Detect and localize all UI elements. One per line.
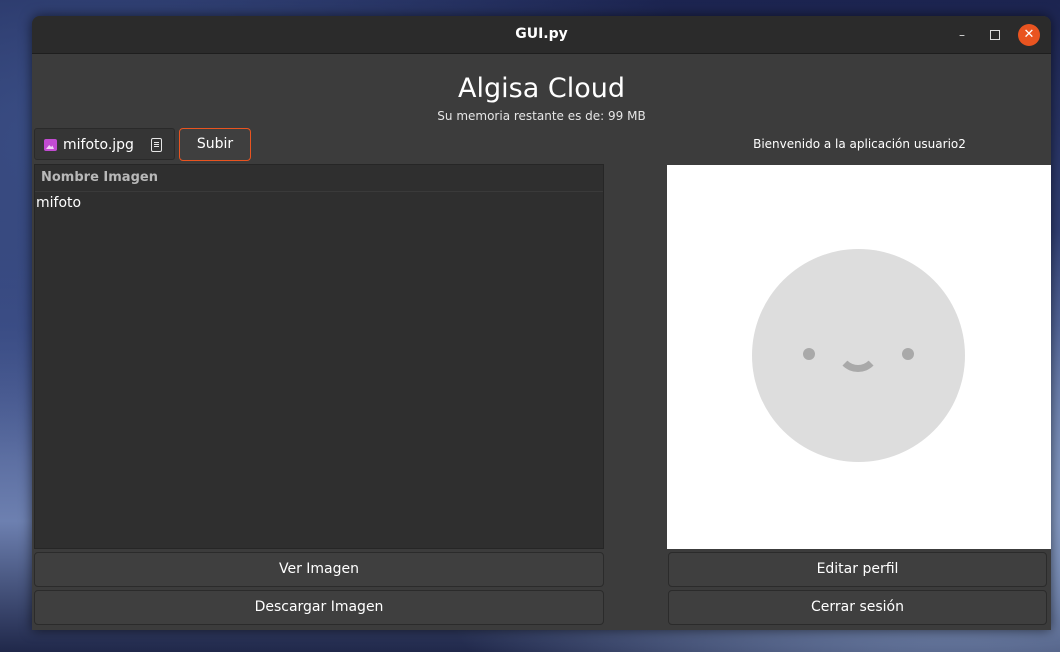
welcome-label: Bienvenido a la aplicación usuario2: [753, 137, 966, 151]
file-chooser-button[interactable]: mifoto.jpg: [34, 128, 175, 160]
memory-remaining-label: Su memoria restante es de: 99 MB: [437, 109, 646, 123]
image-file-icon: [44, 139, 57, 151]
edit-profile-button[interactable]: Editar perfil: [668, 552, 1047, 587]
document-icon: [151, 138, 162, 152]
app-window: GUI.py – ✕ Algisa Cloud Su memoria resta…: [32, 16, 1051, 630]
window-title: GUI.py: [515, 26, 568, 42]
title-bar[interactable]: GUI.py – ✕: [32, 16, 1051, 54]
upload-button[interactable]: Subir: [179, 128, 251, 161]
smiley-mouth: [836, 338, 880, 372]
column-header-image-name[interactable]: Nombre Imagen: [35, 165, 603, 192]
logout-button[interactable]: Cerrar sesión: [668, 590, 1047, 625]
maximize-button[interactable]: [985, 25, 1005, 45]
app-title: Algisa Cloud: [458, 73, 625, 104]
maximize-icon: [990, 30, 1000, 40]
smiley-right-eye: [902, 348, 914, 360]
view-image-button[interactable]: Ver Imagen: [34, 552, 604, 587]
image-preview: [667, 165, 1051, 549]
selected-file-name: mifoto.jpg: [63, 137, 134, 153]
smiley-left-eye: [803, 348, 815, 360]
smiley-placeholder-icon: [752, 249, 965, 462]
download-image-button[interactable]: Descargar Imagen: [34, 590, 604, 625]
minimize-button[interactable]: –: [952, 25, 972, 45]
image-list[interactable]: Nombre Imagen mifoto: [34, 164, 604, 549]
close-button[interactable]: ✕: [1018, 24, 1040, 46]
list-item[interactable]: mifoto: [35, 192, 603, 214]
